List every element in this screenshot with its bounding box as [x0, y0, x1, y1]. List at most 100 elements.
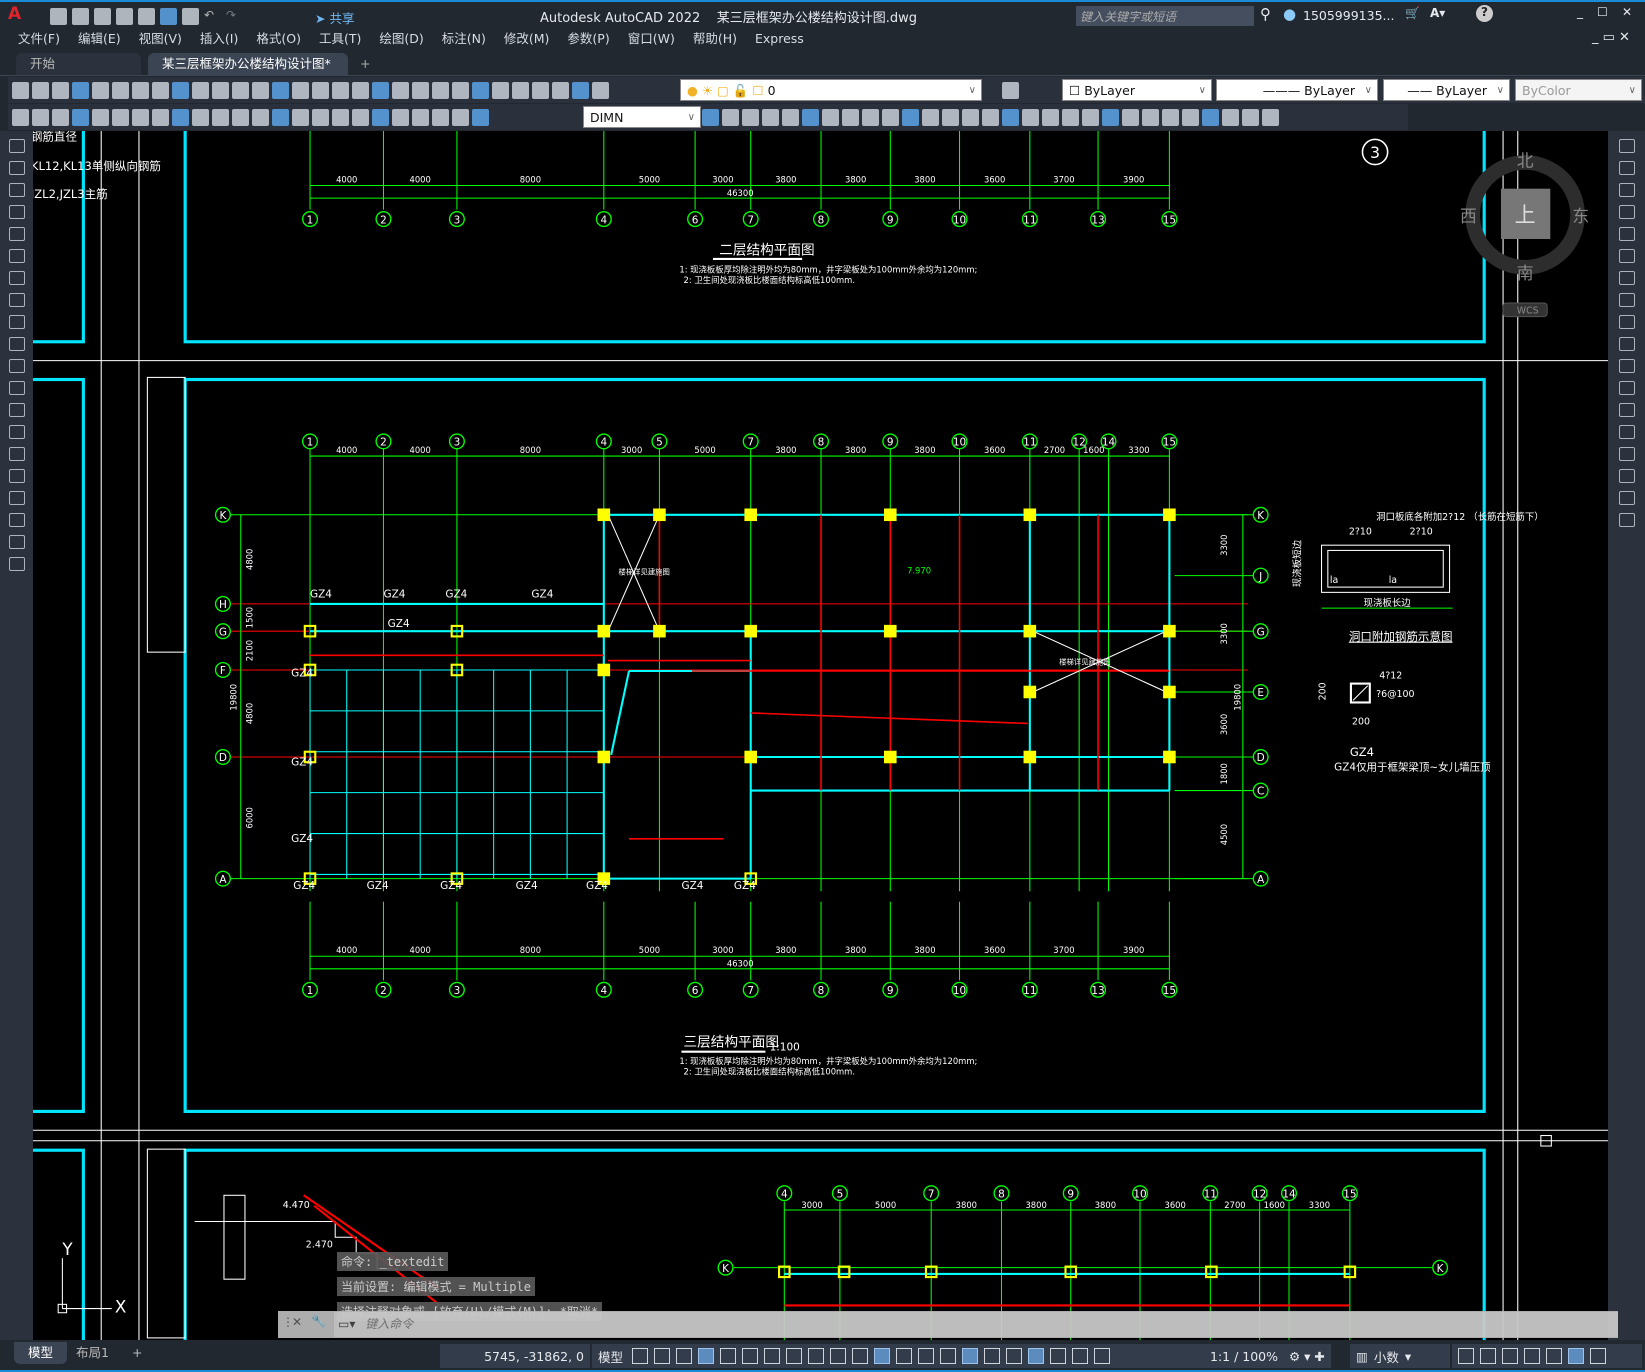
dim-tool-icon[interactable]: [842, 108, 859, 126]
dim-tool-icon[interactable]: [1202, 108, 1219, 126]
modify-tool-icon[interactable]: [1618, 139, 1635, 153]
dim-tool-icon[interactable]: [962, 108, 979, 126]
tab-layout1[interactable]: 布局1: [62, 1342, 123, 1364]
layer-dropdown[interactable]: ● ☀ ▢ 🔓 ☐ 0 ∨: [680, 79, 982, 101]
tool-icon[interactable]: [52, 81, 69, 99]
plotstyle-dropdown[interactable]: ByColor ∨: [1515, 79, 1642, 101]
tool-icon[interactable]: [412, 81, 429, 99]
modify-tool-icon[interactable]: [1618, 161, 1635, 175]
status-toggle-icon[interactable]: [1502, 1348, 1518, 1364]
modify-tool-icon[interactable]: [1618, 293, 1635, 307]
viewcube-south[interactable]: 南: [1517, 263, 1534, 283]
menu-item[interactable]: 绘图(D): [379, 28, 423, 50]
tool-icon[interactable]: [172, 81, 189, 99]
status-toggle-icon[interactable]: [632, 1348, 648, 1364]
dim-tool-icon[interactable]: [192, 108, 209, 126]
viewcube-top[interactable]: 上: [1515, 203, 1536, 227]
tab-model[interactable]: 模型: [14, 1342, 68, 1364]
search-icon[interactable]: ⚲: [1260, 5, 1271, 23]
dim-tool-icon[interactable]: [152, 108, 169, 126]
print-icon[interactable]: [182, 8, 199, 25]
dim-tool-icon[interactable]: [1042, 108, 1059, 126]
command-input[interactable]: ▭▾ 键入命令: [334, 1312, 1618, 1337]
menu-item[interactable]: 文件(F): [18, 28, 60, 50]
units-dropdown[interactable]: ▥ 小数 ▾: [1350, 1344, 1450, 1368]
tool-icon[interactable]: [92, 81, 109, 99]
status-toggle-icon[interactable]: [852, 1348, 868, 1364]
tool-icon[interactable]: [232, 81, 249, 99]
status-toggle-icon[interactable]: [1094, 1348, 1110, 1364]
status-toggle-icon[interactable]: [830, 1348, 846, 1364]
dim-tool-icon[interactable]: [72, 108, 89, 126]
draw-tool-icon[interactable]: [8, 161, 25, 175]
dim-tool-icon[interactable]: [1082, 108, 1099, 126]
dim-tool-icon[interactable]: [942, 108, 959, 126]
open-web-icon[interactable]: [138, 8, 155, 25]
drawing-canvas[interactable]: 1 2 3 4 6 7 8 9 10 11 13 15 4000 4000 8000 5000 3000 3800…: [18, 124, 1608, 1362]
cart-icon[interactable]: 🛒: [1405, 6, 1420, 20]
redo-icon[interactable]: ↷: [226, 8, 243, 25]
dim-tool-icon[interactable]: [12, 108, 29, 126]
dim-tool-icon[interactable]: [1022, 108, 1039, 126]
status-toggle-icon[interactable]: [984, 1348, 1000, 1364]
dim-tool-icon[interactable]: [1162, 108, 1179, 126]
tool-icon[interactable]: [492, 81, 509, 99]
menu-item[interactable]: 修改(M): [504, 28, 550, 50]
user-account[interactable]: 1505999135...: [1303, 8, 1394, 23]
color-dropdown[interactable]: ☐ ByLayer ∨: [1062, 79, 1212, 101]
new-icon[interactable]: [50, 8, 67, 25]
dim-tool-icon[interactable]: [1062, 108, 1079, 126]
undo-icon[interactable]: ↶: [204, 8, 221, 25]
status-toggle-icon[interactable]: [654, 1348, 670, 1364]
save-icon[interactable]: [94, 8, 111, 25]
status-toggle-icon[interactable]: [1458, 1348, 1474, 1364]
dim-tool-icon[interactable]: [132, 108, 149, 126]
draw-tool-icon[interactable]: [8, 403, 25, 417]
draw-tool-icon[interactable]: [8, 491, 25, 505]
tool-icon[interactable]: [212, 81, 229, 99]
tool-icon[interactable]: [532, 81, 549, 99]
close-command-icon[interactable]: ✕: [292, 1315, 302, 1329]
dim-tool-icon[interactable]: [922, 108, 939, 126]
add-layout-button[interactable]: +: [118, 1342, 156, 1364]
linetype-dropdown[interactable]: ——— ByLayer ∨: [1216, 79, 1378, 101]
status-toggle-icon[interactable]: [1006, 1348, 1022, 1364]
dim-tool-icon[interactable]: [392, 108, 409, 126]
draw-tool-icon[interactable]: [8, 271, 25, 285]
dim-tool-icon[interactable]: [412, 108, 429, 126]
tool-icon[interactable]: [392, 81, 409, 99]
dim-tool-icon[interactable]: [802, 108, 819, 126]
dim-tool-icon[interactable]: [312, 108, 329, 126]
tool-icon[interactable]: [592, 81, 609, 99]
dim-tool-icon[interactable]: [1142, 108, 1159, 126]
maximize-button[interactable]: ☐: [1597, 5, 1608, 19]
status-toggle-icon[interactable]: [720, 1348, 736, 1364]
menu-item[interactable]: 窗口(W): [628, 28, 675, 50]
status-toggle-icon[interactable]: [1050, 1348, 1066, 1364]
dim-tool-icon[interactable]: [1222, 108, 1239, 126]
draw-tool-icon[interactable]: [8, 535, 25, 549]
dim-tool-icon[interactable]: [32, 108, 49, 126]
open-icon[interactable]: [72, 8, 89, 25]
modify-tool-icon[interactable]: [1618, 271, 1635, 285]
dim-tool-icon[interactable]: [52, 108, 69, 126]
dim-tool-icon[interactable]: [822, 108, 839, 126]
dim-tool-icon[interactable]: [722, 108, 739, 126]
search-input[interactable]: 键入关键字或短语: [1076, 6, 1254, 26]
tool-icon[interactable]: [12, 81, 29, 99]
dim-tool-icon[interactable]: [1242, 108, 1259, 126]
drawing-svg[interactable]: 1 2 3 4 6 7 8 9 10 11 13 154000 4000 8000 5000 3000 3800…: [18, 124, 1608, 1362]
user-icon[interactable]: ●: [1283, 5, 1296, 23]
dim-tool-icon[interactable]: [452, 108, 469, 126]
dim-tool-icon[interactable]: [702, 108, 719, 126]
modify-tool-icon[interactable]: [1618, 183, 1635, 197]
workspace-gear[interactable]: ⚙ ▾ ✚: [1283, 1344, 1331, 1368]
status-toggle-icon[interactable]: [1524, 1348, 1540, 1364]
customize-icon[interactable]: 🔧: [311, 1314, 326, 1328]
doc-window-controls[interactable]: _ ▭ ✕: [1592, 30, 1630, 45]
modify-tool-icon[interactable]: [1618, 403, 1635, 417]
dim-tool-icon[interactable]: [862, 108, 879, 126]
modify-tool-icon[interactable]: [1618, 513, 1635, 527]
viewcube[interactable]: 上 北 南 东 西 WCS: [1460, 151, 1589, 318]
dim-tool-icon[interactable]: [372, 108, 389, 126]
